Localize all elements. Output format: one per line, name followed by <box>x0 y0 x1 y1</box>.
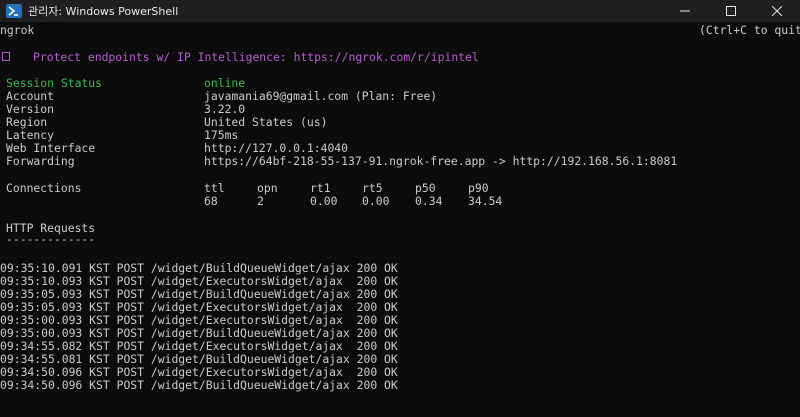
terminal-output[interactable]: ngrok (Ctrl+C to quit) Protect endpoints… <box>0 22 800 417</box>
maximize-icon <box>726 6 736 16</box>
http-requests-rule: ------------- <box>6 232 96 246</box>
header-left: ngrok <box>0 23 35 37</box>
title-bar[interactable]: 관리자: Windows PowerShell <box>0 0 800 22</box>
conn-value-rt1: 0.00 <box>310 194 338 208</box>
forwarding-value: https://64bf-218-55-137-91.ngrok-free.ap… <box>204 154 678 168</box>
minimize-icon <box>680 10 690 12</box>
connections-label: Connections <box>6 181 82 195</box>
promo-square-icon <box>2 52 10 61</box>
request-row: 09:34:50.096 KST POST /widget/BuildQueue… <box>0 378 398 392</box>
window-controls <box>662 0 800 22</box>
close-icon <box>772 6 782 16</box>
minimize-button[interactable] <box>662 0 708 22</box>
close-button[interactable] <box>754 0 800 22</box>
conn-value-p90: 34.54 <box>468 194 503 208</box>
header-right: (Ctrl+C to quit) <box>699 23 800 37</box>
window-title: 관리자: Windows PowerShell <box>28 5 179 18</box>
promo-line: Protect endpoints w/ IP Intelligence: ht… <box>33 50 479 64</box>
conn-value-ttl: 68 <box>204 194 218 208</box>
maximize-button[interactable] <box>708 0 754 22</box>
conn-value-p50: 0.34 <box>415 194 443 208</box>
powershell-window: 관리자: Windows PowerShell ngrok (Ctrl+C to… <box>0 0 800 417</box>
powershell-icon <box>6 4 22 18</box>
forwarding-label: Forwarding <box>6 154 75 168</box>
conn-value-opn: 2 <box>257 194 264 208</box>
conn-value-rt5: 0.00 <box>362 194 390 208</box>
